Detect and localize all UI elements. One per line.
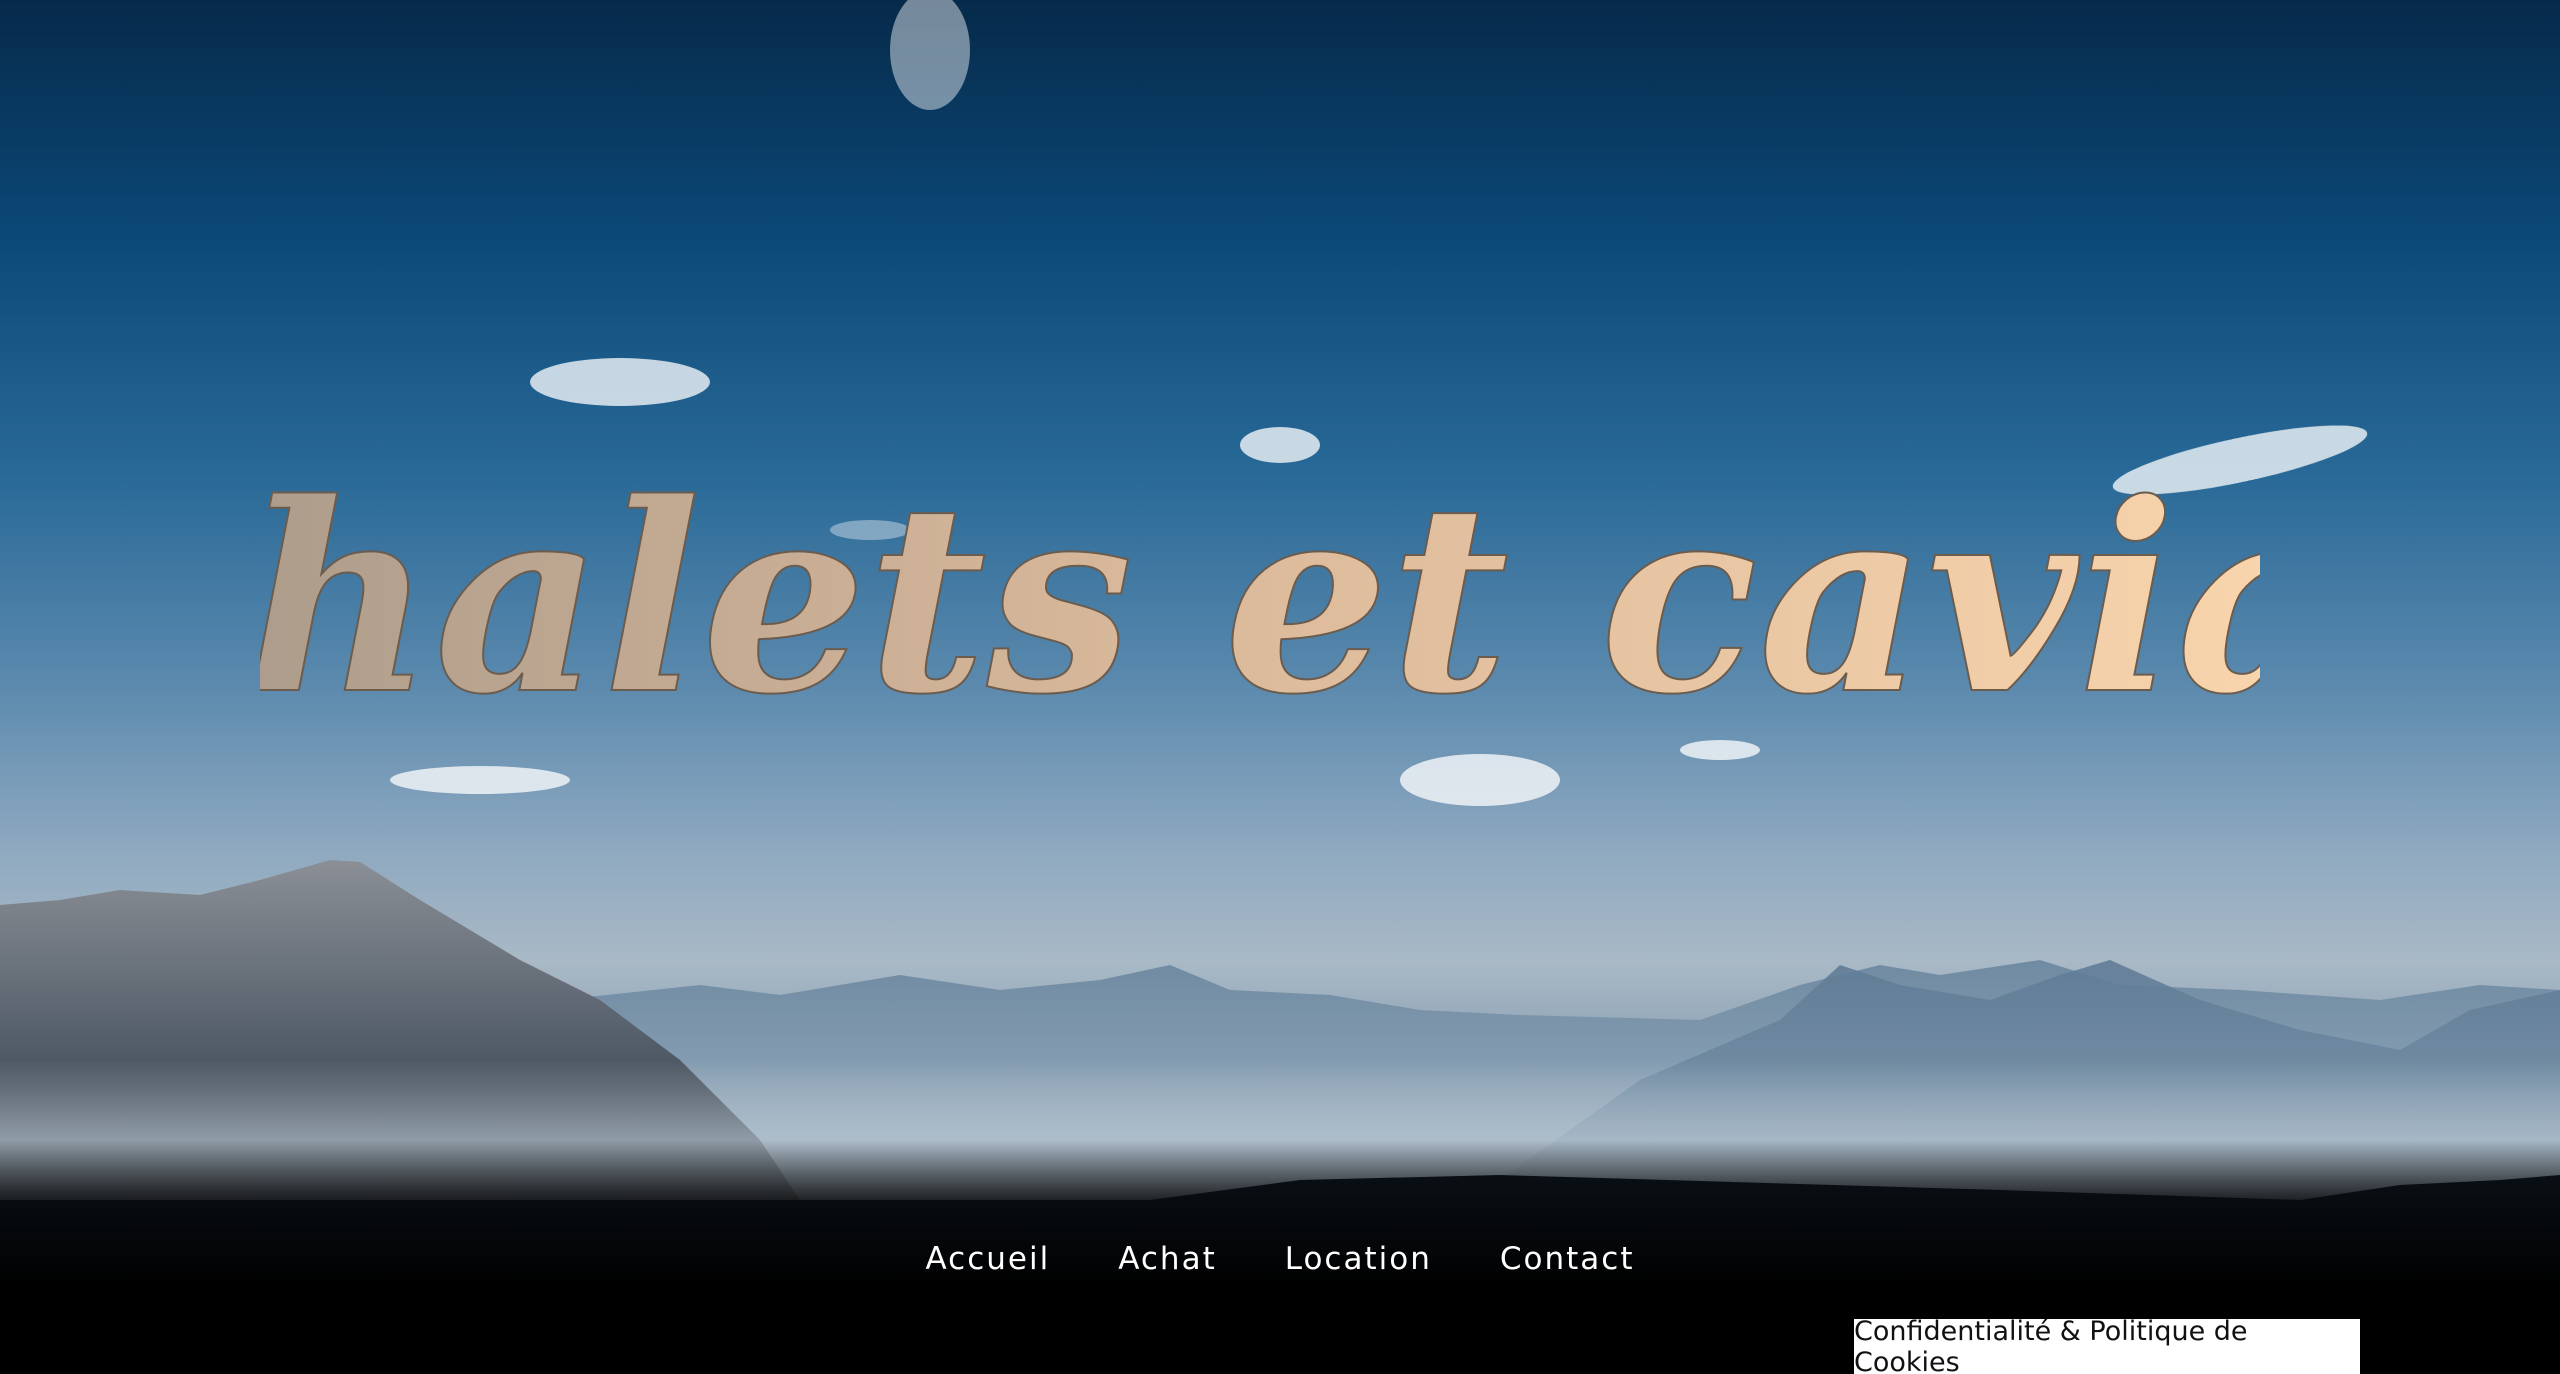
cookie-policy-button[interactable]: Confidentialité & Politique de Cookies: [1854, 1316, 2360, 1374]
nav-item-contact[interactable]: Contact: [1500, 1236, 1635, 1282]
site-title-svg: Chalets et caviar: [37, 446, 2500, 753]
main-navigation: Accueil Achat Location Contact: [0, 1236, 2560, 1282]
nav-item-achat[interactable]: Achat: [1118, 1236, 1217, 1282]
nav-item-accueil[interactable]: Accueil: [926, 1236, 1051, 1282]
site-title-text: Chalets et caviar: [260, 447, 2260, 740]
nav-item-location[interactable]: Location: [1285, 1236, 1432, 1282]
site-title-logo: Chalets et caviar: [37, 360, 2500, 753]
hero-banner: Chalets et caviar Accueil Achat Location…: [0, 0, 2560, 1374]
